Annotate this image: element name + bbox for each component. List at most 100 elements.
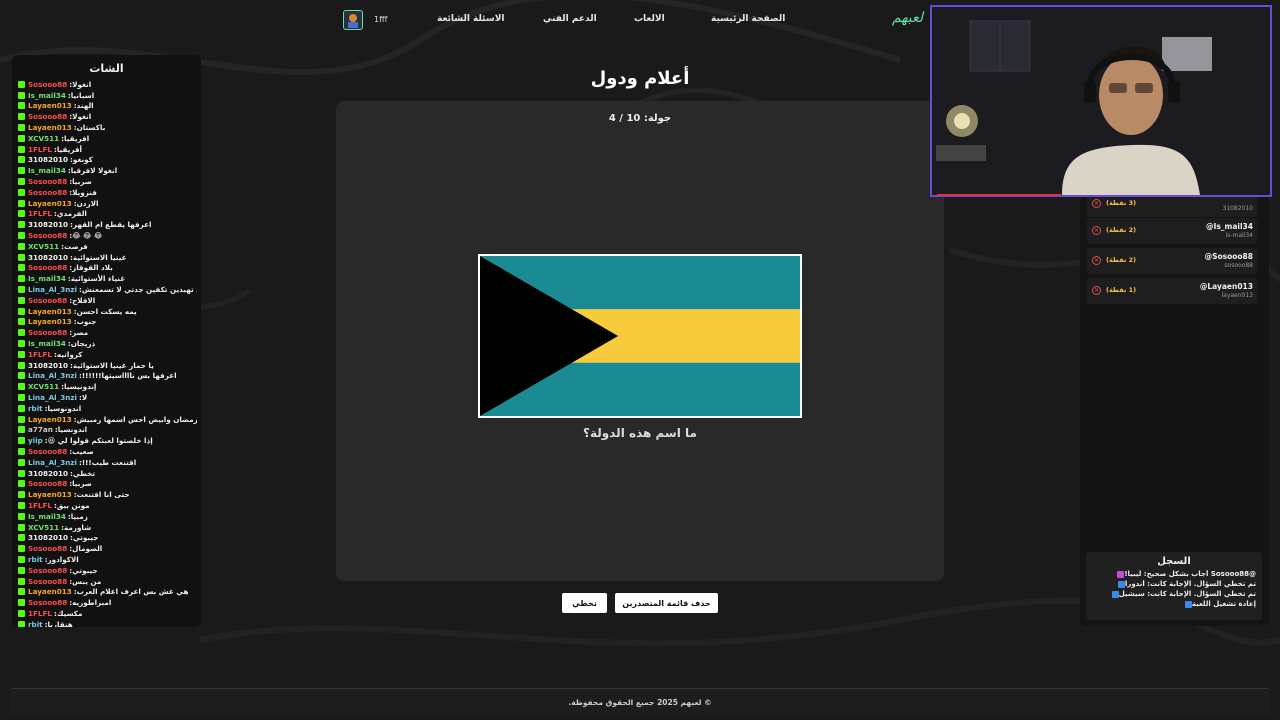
chat-username[interactable]: Layaen013: [28, 317, 72, 326]
chat-username[interactable]: Sosooo88: [28, 177, 67, 186]
chat-text: كرواتيه: [56, 349, 83, 359]
chat-username[interactable]: Sosooo88: [28, 231, 67, 240]
chat-message: 31082010: كونغو: [18, 155, 197, 166]
avatar-icon: [348, 14, 358, 28]
nav-faq[interactable]: الاسئلة الشائعة: [437, 14, 505, 24]
log-text: إعادة تشغيل اللعبة: [1191, 600, 1256, 608]
chat-username[interactable]: Sosooo88: [28, 188, 67, 197]
chat-username[interactable]: Sosooo88: [28, 577, 67, 586]
chat-username[interactable]: XCV511: [28, 134, 59, 143]
chat-username[interactable]: Sosooo88: [28, 598, 67, 607]
chat-username[interactable]: Sosooo88: [28, 447, 67, 456]
chat-username[interactable]: Is_mail34: [28, 274, 66, 283]
remove-icon[interactable]: ✕: [1092, 286, 1101, 295]
chat-text: اندونوسيا: [47, 403, 82, 413]
chat-message: 31082010: تخطي: [18, 468, 197, 479]
chat-username[interactable]: Sosooo88: [28, 296, 67, 305]
chat-username[interactable]: Sosooo88: [28, 112, 67, 121]
chat-username[interactable]: Is_mail34: [28, 91, 66, 100]
chat-text: انغولا: [72, 112, 92, 122]
chat-username[interactable]: 1FLFL: [28, 501, 52, 510]
chat-username[interactable]: 31082010: [28, 155, 68, 164]
chat-username[interactable]: 31082010: [28, 361, 68, 370]
chat-username[interactable]: a77an: [28, 425, 53, 434]
kick-icon: [18, 210, 25, 218]
chat-username[interactable]: XCV511: [28, 382, 59, 391]
chat-username[interactable]: Layaen013: [28, 199, 72, 208]
chat-username[interactable]: Sosooo88: [28, 80, 67, 89]
chat-text: اعرفها بس نااااسيتها!!!!!!: [81, 371, 177, 381]
chat-username[interactable]: 31082010: [28, 220, 68, 229]
avatar[interactable]: [343, 10, 363, 30]
user-name[interactable]: 1fff: [374, 15, 387, 24]
chat-username[interactable]: Layaen013: [28, 490, 72, 499]
chat-username[interactable]: Lina_Al_3nzi: [28, 285, 77, 294]
chat-username[interactable]: Lina_Al_3nzi: [28, 393, 77, 402]
chat-username[interactable]: rbit: [28, 620, 43, 627]
kick-icon: [18, 588, 25, 596]
chat-username[interactable]: Sosooo88: [28, 479, 67, 488]
chat-username[interactable]: 1FLFL: [28, 209, 52, 218]
chat-username[interactable]: Is_mail34: [28, 339, 66, 348]
chat-username[interactable]: yiip: [28, 436, 43, 445]
nav-games[interactable]: الالعاب: [634, 14, 665, 24]
chat-text: انغولا: [72, 79, 92, 89]
chat-message: Sosooo88: الصومال: [18, 543, 197, 554]
chat-username[interactable]: Layaen013: [28, 123, 72, 132]
skip-icon: [1111, 590, 1119, 598]
chat-username[interactable]: XCV511: [28, 242, 59, 251]
chat-text: امبراطوريه: [72, 598, 112, 608]
chat-panel: الشات Sosooo88: انغولا Is_mail34: اسبانيا…: [12, 55, 201, 627]
skip-button[interactable]: تخطي: [562, 593, 607, 613]
chat-username[interactable]: 1FLFL: [28, 350, 52, 359]
chat-username[interactable]: 1FLFL: [28, 145, 52, 154]
chat-username[interactable]: Is_mail34: [28, 166, 66, 175]
chat-message: Sosooo88: فنزويلا: [18, 187, 197, 198]
chat-username[interactable]: Sosooo88: [28, 544, 67, 553]
chat-text: يمه يسكت احسن: [76, 306, 137, 316]
chat-text: جيبوتي: [72, 565, 98, 575]
nav-support[interactable]: الدعم الفني: [543, 14, 597, 24]
flag-image: [478, 254, 802, 418]
kick-icon: [18, 253, 25, 261]
remove-icon[interactable]: ✕: [1092, 199, 1101, 208]
chat-username[interactable]: Is_mail34: [28, 512, 66, 521]
log-title: السجل: [1157, 556, 1191, 567]
chat-username[interactable]: rbit: [28, 404, 43, 413]
kick-icon: [18, 340, 25, 348]
chat-text: 😂 😂 😂: [72, 231, 103, 241]
nav-home[interactable]: الصفحة الرئيسية: [711, 14, 785, 24]
chat-message: Sosooo88: امبراطوريه: [18, 597, 197, 608]
chat-username[interactable]: Layaen013: [28, 587, 72, 596]
log-text: تم تخطي السؤال. الإجابة كانت: سيشيل: [1118, 590, 1256, 598]
chat-text: شاورمة: [64, 522, 92, 532]
chat-text: جيبوتي: [72, 533, 99, 543]
site-logo[interactable]: لعبهم: [892, 10, 923, 26]
leaderboard-item: ✕ (2 نقطة) @Is_mail34 is-mail34: [1087, 218, 1257, 244]
remove-icon[interactable]: ✕: [1092, 226, 1101, 235]
chat-username[interactable]: 31082010: [28, 533, 68, 542]
kick-icon: [18, 318, 25, 326]
chat-username[interactable]: Sosooo88: [28, 566, 67, 575]
chat-username[interactable]: 31082010: [28, 253, 68, 262]
chat-message: 1FLFL: كرواتيه: [18, 349, 197, 360]
chat-username[interactable]: Sosooo88: [28, 328, 67, 337]
chat-username[interactable]: Sosooo88: [28, 263, 67, 272]
chat-username[interactable]: Layaen013: [28, 101, 72, 110]
chat-username[interactable]: Lina_Al_3nzi: [28, 458, 77, 467]
chat-username[interactable]: Layaen013: [28, 307, 72, 316]
chat-message: Lina_Al_3nzi: اقتنعت طيب!!!: [18, 457, 197, 468]
remove-icon[interactable]: ✕: [1092, 256, 1101, 265]
delete-leaderboard-button[interactable]: حذف قائمة المتصدرين: [615, 593, 718, 613]
chat-username[interactable]: Lina_Al_3nzi: [28, 371, 77, 380]
chat-username[interactable]: Layaen013: [28, 415, 72, 424]
chat-username[interactable]: 31082010: [28, 469, 68, 478]
chat-username[interactable]: rbit: [28, 555, 43, 564]
kick-icon: [18, 188, 25, 196]
chat-username[interactable]: 1FLFL: [28, 609, 52, 618]
chat-username[interactable]: XCV511: [28, 523, 59, 532]
chat-message: Is_mail34: زمبيا: [18, 511, 197, 522]
chat-message: Layaen013: باكستان: [18, 122, 197, 133]
kick-icon: [18, 566, 25, 574]
chat-text: لعند تهبدين تكفين جدتي لا تسمعنش: [81, 285, 197, 295]
